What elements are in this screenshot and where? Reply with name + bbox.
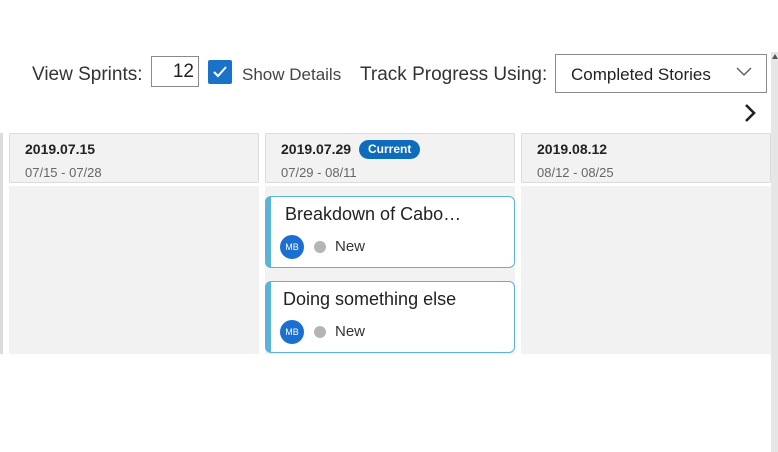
- show-details-label[interactable]: Show Details: [242, 65, 341, 85]
- sprint-date-range: 07/29 - 08/11: [281, 165, 357, 180]
- current-badge: Current: [359, 140, 421, 159]
- avatar[interactable]: MB: [280, 235, 304, 259]
- sprint-header: 2019.08.12 08/12 - 08/25: [521, 133, 771, 183]
- checkmark-icon: [213, 66, 227, 78]
- sprint-column-body: [9, 186, 259, 354]
- sprint-header-current: 2019.07.29 Current 07/29 - 08/11: [265, 133, 515, 183]
- status-dot-icon: [314, 326, 326, 338]
- sprint-name: 2019.07.29: [281, 141, 352, 157]
- sprint-header: 2019.07.15 07/15 - 07/28: [9, 133, 259, 183]
- chevron-right-icon[interactable]: [740, 102, 760, 124]
- card-title[interactable]: Breakdown of Cabo…: [285, 204, 461, 225]
- work-item-card[interactable]: Breakdown of Cabo… MB New: [265, 196, 515, 268]
- avatar[interactable]: MB: [280, 320, 304, 344]
- sprint-date-range: 08/12 - 08/25: [537, 165, 614, 180]
- view-sprints-input[interactable]: 12: [151, 56, 199, 87]
- sprint-column-body: [521, 186, 771, 354]
- track-progress-selected: Completed Stories: [571, 65, 711, 84]
- toolbar: View Sprints: 12 Show Details Track Prog…: [0, 52, 778, 96]
- work-item-card[interactable]: Doing something else MB New: [265, 281, 515, 353]
- previous-column-edge: [0, 133, 3, 354]
- view-sprints-label: View Sprints:: [32, 64, 143, 85]
- show-details-checkbox[interactable]: [208, 60, 232, 84]
- vertical-scrollbar[interactable]: [771, 52, 778, 452]
- sprint-name: 2019.08.12: [537, 141, 608, 157]
- scroll-up-arrow-icon[interactable]: [772, 54, 778, 59]
- status-dot-icon: [314, 241, 326, 253]
- sprint-date-range: 07/15 - 07/28: [25, 165, 102, 180]
- track-progress-label: Track Progress Using:: [360, 64, 548, 85]
- track-progress-dropdown[interactable]: Completed Stories: [555, 54, 767, 93]
- status-text: New: [335, 238, 366, 255]
- sprint-name: 2019.07.15: [25, 141, 96, 157]
- chevron-down-icon: [736, 67, 752, 76]
- status-text: New: [335, 323, 366, 340]
- card-title[interactable]: Doing something else: [283, 289, 456, 310]
